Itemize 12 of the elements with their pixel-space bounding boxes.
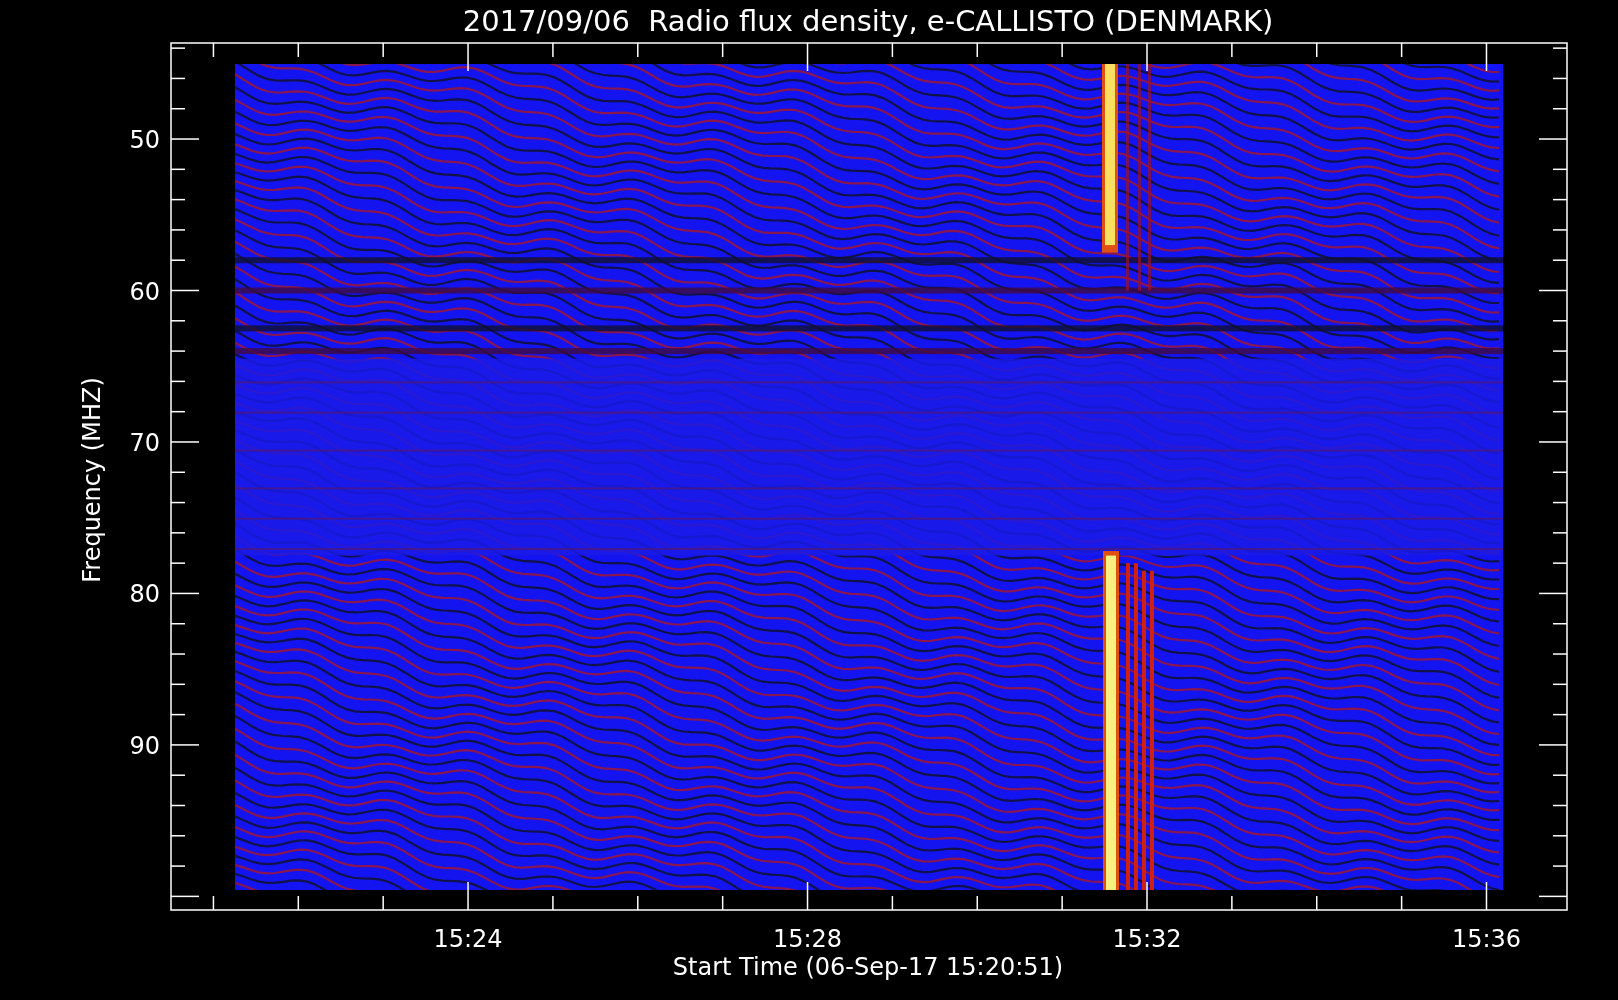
axis-tick-label: 60 (129, 277, 160, 306)
axis-tick-label: 15:36 (1451, 925, 1522, 953)
axis-tick-label: 80 (129, 580, 160, 609)
axis-tick-label: 70 (129, 428, 160, 457)
axis-label: Start Time (06-Sep-17 15:20:51) (672, 953, 1064, 981)
axis-tick-label: 90 (129, 731, 160, 760)
axis-tick-label: 15:28 (772, 925, 843, 953)
axis-label: Frequency (MHZ) (78, 377, 106, 583)
axis-tick-label: 50 (129, 126, 160, 155)
chart-title: 2017/09/06 Radio flux density, e-CALLISTO (DENMARK) (462, 4, 1274, 38)
axis-tick-label: 15:32 (1112, 925, 1182, 953)
axis-tick-label: 15:24 (433, 925, 503, 953)
